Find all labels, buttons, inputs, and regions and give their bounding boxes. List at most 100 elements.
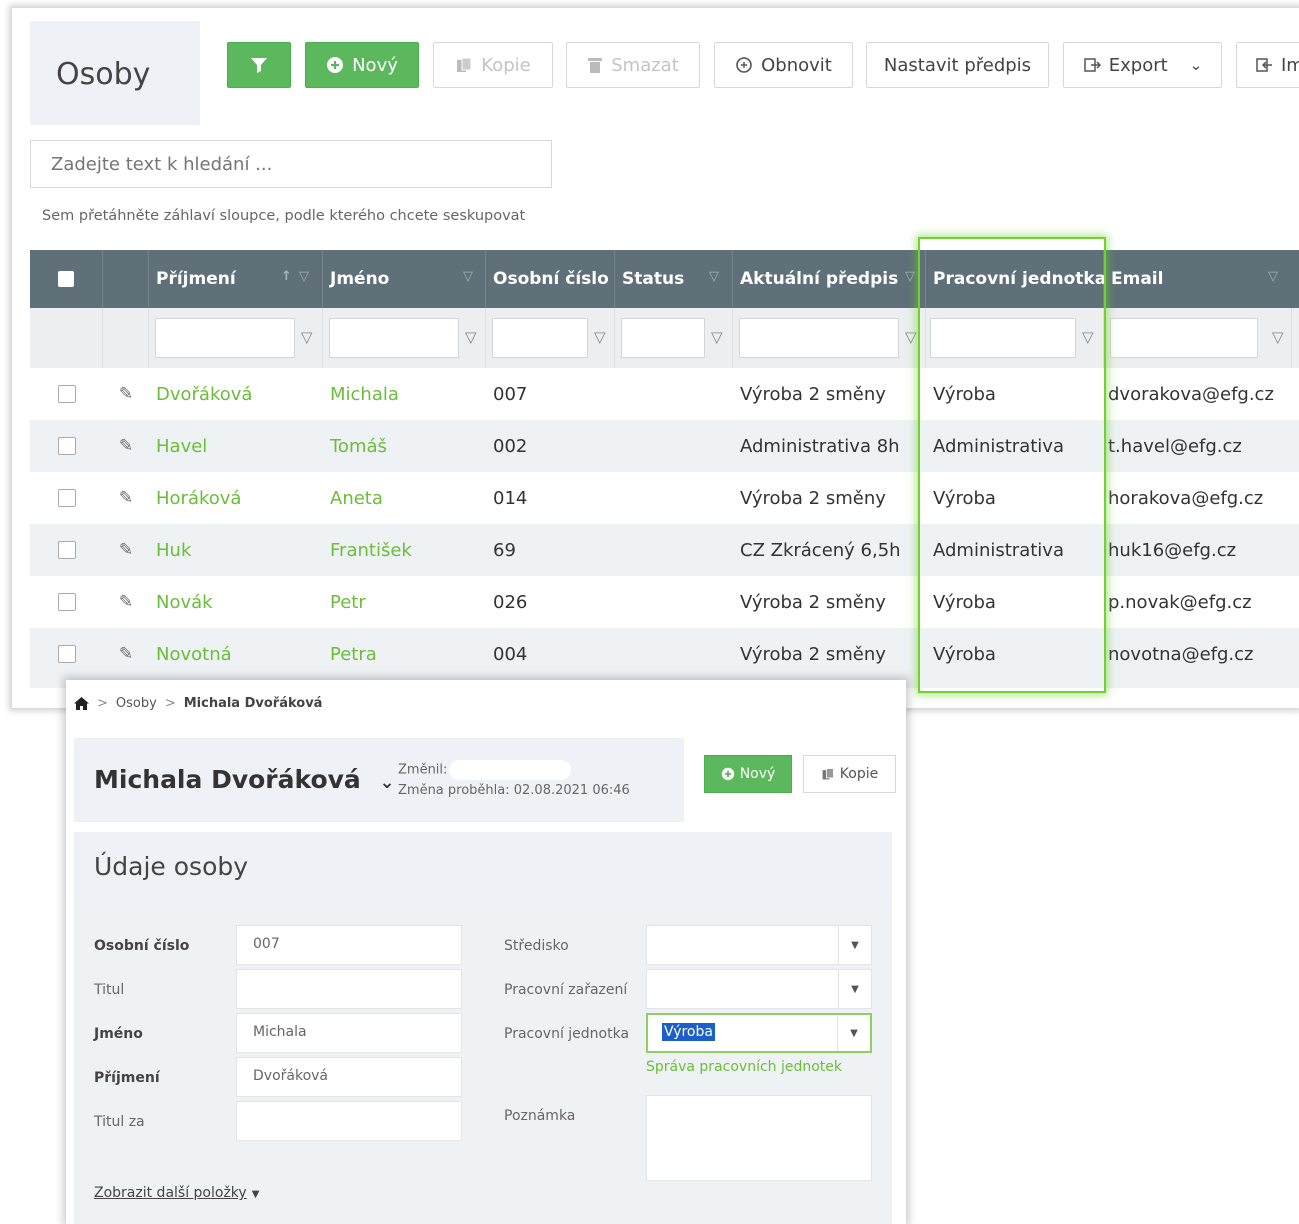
- title-after-field[interactable]: [236, 1101, 462, 1141]
- cell-name[interactable]: Michala: [323, 368, 486, 420]
- home-icon[interactable]: [74, 697, 89, 710]
- number-field[interactable]: 007: [236, 925, 462, 965]
- filter-icon[interactable]: ▽: [1268, 269, 1278, 284]
- filter-cell: ▽: [486, 308, 615, 368]
- rule-filter-input[interactable]: [739, 318, 899, 358]
- pencil-icon[interactable]: ✎: [119, 592, 133, 612]
- filter-icon[interactable]: ▽: [709, 269, 719, 284]
- set-rule-button[interactable]: Nastavit předpis: [866, 42, 1049, 88]
- filter-icon[interactable]: ▽: [299, 269, 309, 284]
- persons-list-window: Osoby Nový Kopie Smazat Obnovit Nastavit…: [12, 8, 1299, 708]
- column-header-surname[interactable]: Příjmení ↑ ▽: [149, 250, 323, 308]
- table-row[interactable]: ✎ Huk František 69 CZ Zkrácený 6,5h Admi…: [30, 524, 1299, 576]
- group-by-hint: Sem přetáhněte záhlaví sloupce, podle kt…: [42, 208, 526, 224]
- row-select-cell: [30, 628, 103, 680]
- table-row[interactable]: ✎ Novotná Petra 004 Výroba 2 směny Výrob…: [30, 628, 1299, 680]
- table-row[interactable]: ✎ Novák Petr 026 Výroba 2 směny Výroba p…: [30, 576, 1299, 628]
- filter-icon[interactable]: ▽: [711, 328, 723, 346]
- pencil-icon[interactable]: ✎: [119, 644, 133, 664]
- table-row[interactable]: ✎ Horáková Aneta 014 Výroba 2 směny Výro…: [30, 472, 1299, 524]
- name-field[interactable]: Michala: [236, 1013, 462, 1053]
- import-button[interactable]: Im: [1236, 42, 1299, 88]
- row-edit-cell: ✎: [103, 628, 149, 680]
- pencil-icon[interactable]: ✎: [119, 488, 133, 508]
- cell-surname[interactable]: Huk: [149, 524, 323, 576]
- note-textarea[interactable]: [646, 1095, 872, 1181]
- cell-rule: Výroba 2 směny: [740, 487, 886, 509]
- chevron-down-icon[interactable]: ⌄: [380, 772, 395, 793]
- detail-copy-button[interactable]: Kopie: [803, 755, 896, 793]
- export-button[interactable]: Export ⌄: [1063, 42, 1222, 88]
- cell-surname[interactable]: Novák: [149, 576, 323, 628]
- breadcrumb-item-persons[interactable]: Osoby: [116, 696, 157, 711]
- cell-name[interactable]: František: [323, 524, 486, 576]
- unit-select-value: Výroba: [662, 1023, 715, 1041]
- title-field[interactable]: [236, 969, 462, 1009]
- surname-field[interactable]: Dvořáková: [236, 1057, 462, 1097]
- copy-button[interactable]: Kopie: [433, 42, 553, 88]
- column-header-name[interactable]: Jméno ▽: [323, 250, 486, 308]
- cell-email: p.novak@efg.cz: [1108, 591, 1252, 613]
- column-header-email[interactable]: Email ▽: [1104, 250, 1292, 308]
- center-select[interactable]: ▼: [646, 925, 872, 965]
- column-header-label: Příjmení: [156, 269, 236, 289]
- person-detail-window: > Osoby > Michala Dvořáková Michala Dvoř…: [66, 680, 906, 1224]
- select-all-checkbox[interactable]: [58, 271, 74, 287]
- row-checkbox[interactable]: [57, 385, 76, 403]
- column-header-number[interactable]: Osobní číslo: [486, 250, 615, 308]
- breadcrumb-separator-icon: >: [97, 696, 108, 711]
- filter-button[interactable]: [227, 42, 291, 88]
- surname-filter-input[interactable]: [155, 318, 295, 358]
- filter-icon[interactable]: ▽: [463, 269, 473, 284]
- table-row[interactable]: ✎ Dvořáková Michala 007 Výroba 2 směny V…: [30, 368, 1299, 420]
- dropdown-arrow-icon[interactable]: ▼: [838, 970, 871, 1008]
- pencil-icon[interactable]: ✎: [119, 436, 133, 456]
- row-select-cell: [30, 472, 103, 524]
- new-button[interactable]: Nový: [305, 42, 419, 88]
- dropdown-arrow-icon[interactable]: ▼: [838, 926, 871, 964]
- row-checkbox[interactable]: [57, 645, 76, 663]
- pencil-icon[interactable]: ✎: [119, 384, 133, 404]
- row-checkbox[interactable]: [57, 541, 76, 559]
- cell-surname[interactable]: Horáková: [149, 472, 323, 524]
- sort-asc-icon[interactable]: ↑: [281, 269, 292, 284]
- person-name-title[interactable]: Michala Dvořáková ⌄: [94, 765, 395, 794]
- import-button-label: Im: [1281, 54, 1299, 76]
- refresh-button[interactable]: Obnovit: [714, 42, 853, 88]
- cell-name[interactable]: Petra: [323, 628, 486, 680]
- delete-button[interactable]: Smazat: [566, 42, 700, 88]
- cell-number: 002: [493, 435, 528, 457]
- unit-select[interactable]: Výroba ▼: [646, 1013, 872, 1053]
- filter-icon[interactable]: ▽: [594, 328, 606, 346]
- dropdown-arrow-icon[interactable]: ▼: [837, 1015, 870, 1051]
- row-checkbox[interactable]: [57, 437, 76, 455]
- cell-surname[interactable]: Dvořáková: [149, 368, 323, 420]
- copy-button-label: Kopie: [481, 54, 531, 76]
- filter-icon[interactable]: ▽: [905, 328, 917, 346]
- table-row[interactable]: ✎ Havel Tomáš 002 Administrativa 8h Admi…: [30, 420, 1299, 472]
- detail-new-button[interactable]: Nový: [704, 755, 792, 793]
- filter-icon[interactable]: ▽: [905, 269, 915, 284]
- row-checkbox[interactable]: [57, 489, 76, 507]
- row-checkbox[interactable]: [57, 593, 76, 611]
- filter-icon[interactable]: ▽: [301, 328, 313, 346]
- name-filter-input[interactable]: [329, 318, 459, 358]
- filter-icon[interactable]: ▽: [465, 328, 477, 346]
- number-filter-input[interactable]: [492, 318, 588, 358]
- cell-name[interactable]: Aneta: [323, 472, 486, 524]
- cell-name[interactable]: Tomáš: [323, 420, 486, 472]
- cell-name[interactable]: Petr: [323, 576, 486, 628]
- cell-surname[interactable]: Havel: [149, 420, 323, 472]
- pencil-icon[interactable]: ✎: [119, 540, 133, 560]
- position-select[interactable]: ▼: [646, 969, 872, 1009]
- cell-surname[interactable]: Novotná: [149, 628, 323, 680]
- column-header-status[interactable]: Status ▽: [615, 250, 733, 308]
- unit-label: Pracovní jednotka: [504, 1026, 630, 1042]
- status-filter-input[interactable]: [621, 318, 705, 358]
- column-header-rule[interactable]: Aktuální předpis ▽: [733, 250, 926, 308]
- email-filter-input[interactable]: [1110, 318, 1258, 358]
- manage-units-link[interactable]: Správa pracovních jednotek: [646, 1059, 842, 1075]
- show-more-link[interactable]: Zobrazit další položky ▼: [94, 1182, 260, 1201]
- filter-icon[interactable]: ▽: [1272, 328, 1284, 346]
- search-input[interactable]: [30, 140, 552, 188]
